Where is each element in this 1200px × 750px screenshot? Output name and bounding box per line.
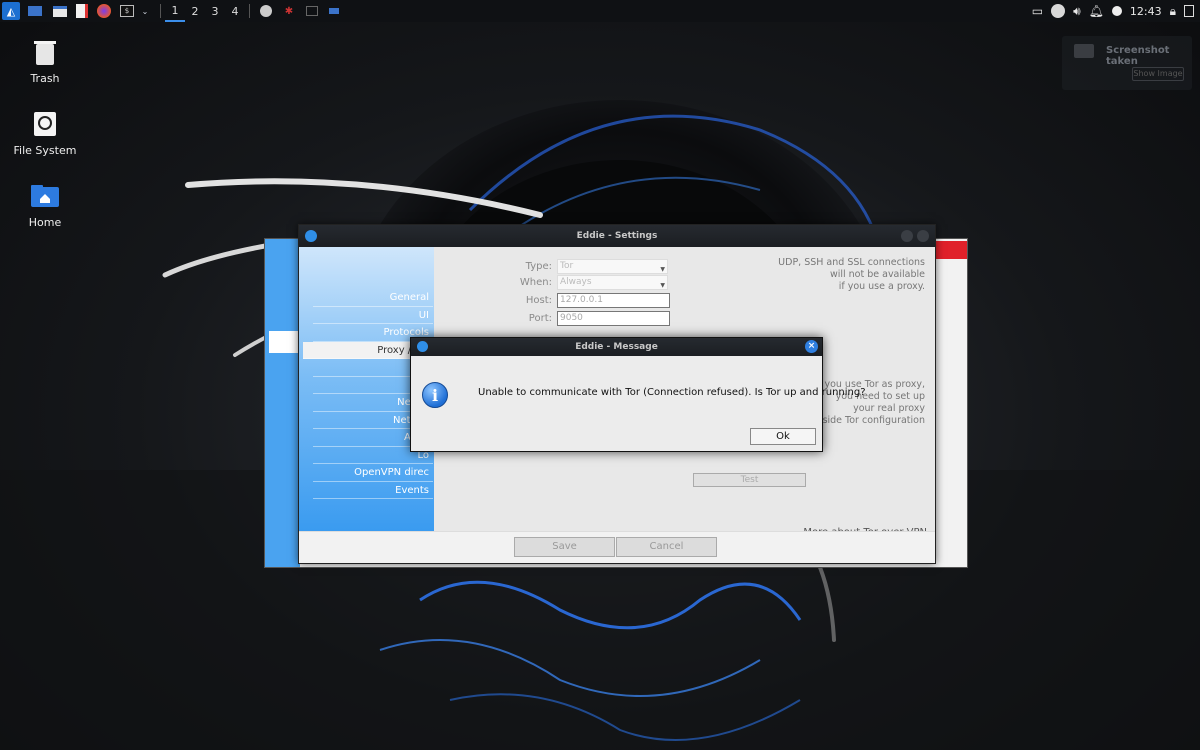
menu-item-openvpn-directives[interactable]: OpenVPN direc xyxy=(313,464,433,482)
clock[interactable]: 12:43 xyxy=(1130,5,1162,18)
workspace-3[interactable]: 3 xyxy=(205,0,225,22)
main-window-panel xyxy=(269,331,300,353)
port-label: Port: xyxy=(528,313,552,324)
workspace-2[interactable]: 2 xyxy=(185,0,205,22)
panel-separator xyxy=(249,4,250,18)
top-panel: ◭ $ ⌄ 1 2 3 4 ✱ ▭ 🔊︎ 🔔︎ 12:43 🔒︎ xyxy=(0,0,1200,22)
lock-icon[interactable]: 🔒︎ xyxy=(1170,4,1176,19)
text-editor-icon[interactable] xyxy=(76,4,88,18)
show-image-button[interactable]: Show Image xyxy=(1132,67,1184,81)
host-label: Host: xyxy=(525,295,552,306)
notification-bell-icon[interactable]: 🔔︎ xyxy=(1089,4,1104,18)
settings-titlebar[interactable]: Eddie - Settings xyxy=(299,225,935,247)
power-manager-icon[interactable] xyxy=(1111,6,1122,16)
menu-item-events[interactable]: Events xyxy=(313,482,433,499)
info-icon: i xyxy=(422,382,448,408)
ok-button[interactable]: Ok xyxy=(750,428,816,445)
type-select[interactable]: Tor ▼ xyxy=(557,259,668,274)
vpn-tray-icon[interactable] xyxy=(1051,4,1066,18)
desktop-icon-label: File System xyxy=(13,144,77,157)
type-label: Type: xyxy=(525,261,552,272)
workspace-4[interactable]: 4 xyxy=(225,0,245,22)
volume-icon[interactable]: 🔊︎ xyxy=(1073,4,1081,19)
menu-item-ui[interactable]: UI xyxy=(313,307,433,324)
chevron-down-icon: ▼ xyxy=(660,282,665,289)
window-task-icon[interactable] xyxy=(329,8,339,14)
terminal-icon[interactable]: $ xyxy=(120,5,134,17)
screenshot-task-icon[interactable]: ✱ xyxy=(283,5,295,17)
settings-title: Eddie - Settings xyxy=(576,231,658,241)
port-input[interactable]: 9050 xyxy=(557,311,670,326)
desktop-icon-trash[interactable]: Trash xyxy=(5,36,85,85)
when-label: When: xyxy=(519,277,552,288)
message-dialog: Eddie - Message × i Unable to communicat… xyxy=(410,337,866,452)
test-button[interactable]: Test xyxy=(693,473,806,487)
desktop-icon-file-system[interactable]: File System xyxy=(5,108,85,157)
close-icon[interactable]: × xyxy=(805,340,818,353)
firefox-icon[interactable] xyxy=(97,4,111,18)
screenshot-icon xyxy=(1074,44,1094,58)
desktop-icon-home[interactable]: Home xyxy=(5,180,85,229)
message-titlebar[interactable]: Eddie - Message × xyxy=(411,338,822,356)
menu-item-general[interactable]: General xyxy=(313,289,433,307)
desktop-icon-label: Home xyxy=(28,216,62,229)
when-select[interactable]: Always ▼ xyxy=(557,275,668,290)
terminal-task-icon[interactable] xyxy=(306,6,318,16)
file-manager-icon[interactable] xyxy=(53,5,67,17)
save-button[interactable]: Save xyxy=(514,537,615,557)
trash-icon xyxy=(29,36,61,68)
host-input[interactable]: 127.0.0.1 xyxy=(557,293,670,308)
chevron-down-icon[interactable]: ⌄ xyxy=(137,3,153,19)
window-list-icon[interactable]: ▭ xyxy=(1032,4,1043,18)
message-text: Unable to communicate with Tor (Connecti… xyxy=(478,387,866,398)
kali-menu-icon[interactable]: ◭ xyxy=(2,2,20,20)
cancel-button[interactable]: Cancel xyxy=(616,537,717,557)
show-desktop-icon[interactable] xyxy=(28,6,42,16)
settings-footer: Save Cancel xyxy=(299,531,935,563)
screenshot-notification[interactable]: Screenshot taken Show Image xyxy=(1062,36,1192,90)
desktop-icon-label: Trash xyxy=(30,72,60,85)
workspace-1[interactable]: 1 xyxy=(165,0,185,22)
home-folder-icon xyxy=(29,180,61,212)
logout-icon[interactable] xyxy=(1184,5,1194,17)
message-title: Eddie - Message xyxy=(575,342,658,352)
maximize-button[interactable] xyxy=(917,230,929,242)
eddie-task-icon[interactable] xyxy=(260,5,272,17)
eddie-app-icon xyxy=(305,230,317,242)
main-window-status-strip xyxy=(931,241,967,259)
minimize-button[interactable] xyxy=(901,230,913,242)
proxy-note: UDP, SSH and SSL connections will not be… xyxy=(778,257,925,292)
main-window-sidebar xyxy=(265,239,300,567)
notification-title: Screenshot taken xyxy=(1106,45,1170,67)
drive-icon xyxy=(29,108,61,140)
eddie-app-icon xyxy=(417,341,428,352)
panel-separator xyxy=(160,4,161,18)
